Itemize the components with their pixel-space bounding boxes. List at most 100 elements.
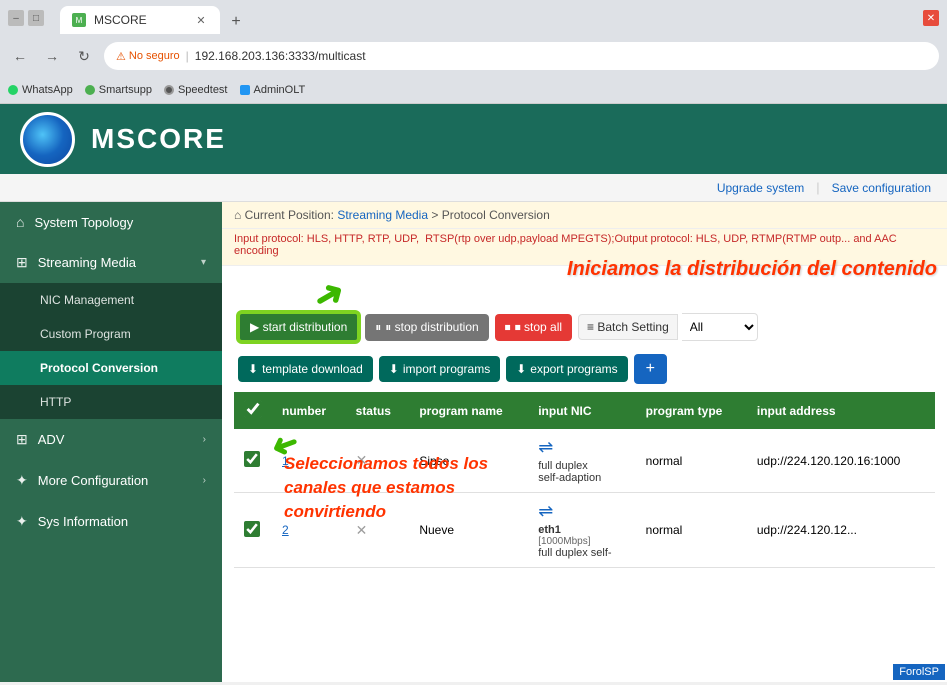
- stop-all-btn[interactable]: ⏹ ⏹ stop all: [495, 314, 572, 341]
- sidebar-label-more-config: More Configuration: [38, 473, 149, 488]
- minimize-btn[interactable]: –: [8, 10, 24, 26]
- export-icon: ⬇: [516, 362, 526, 376]
- sidebar: ⌂ System Topology ⊞ Streaming Media ▾ NI…: [0, 202, 222, 682]
- security-warning: ⚠ No seguro: [116, 50, 180, 63]
- row2-program-type: normal: [636, 493, 747, 568]
- close-btn[interactable]: ✕: [923, 10, 939, 26]
- chevron-right-icon-more: ›: [203, 475, 206, 486]
- new-tab-btn[interactable]: +: [224, 10, 248, 34]
- row2-checkbox-cell: [234, 493, 272, 568]
- url-text: 192.168.203.136:3333/multicast: [195, 49, 366, 63]
- chevron-right-icon-adv: ›: [203, 434, 206, 445]
- protocol-info: Input protocol: HLS, HTTP, RTP, UDP, RTS…: [222, 229, 947, 266]
- forward-btn[interactable]: →: [40, 44, 64, 68]
- row1-checkbox[interactable]: [244, 451, 260, 467]
- info-icon: ✦: [16, 513, 28, 530]
- chevron-down-icon-streaming: ▾: [201, 257, 206, 268]
- row2-nic-name: eth1: [538, 524, 625, 536]
- table-header-row: number status program name input NIC pro…: [234, 392, 935, 429]
- import-programs-btn[interactable]: ⬇ import programs: [379, 356, 500, 382]
- app-title: MSCORE: [91, 123, 226, 155]
- tab-favicon: M: [72, 13, 86, 27]
- row2-program-name: Nueve: [409, 493, 528, 568]
- forolsp-watermark: ForolSP: [893, 664, 945, 680]
- row1-input-nic: ⇌ full duplexself-adaption: [528, 429, 635, 493]
- speedtest-icon: [164, 85, 174, 95]
- sidebar-item-streaming-media[interactable]: ⊞ Streaming Media ▾: [0, 242, 222, 283]
- sidebar-item-custom-program[interactable]: Custom Program: [0, 317, 222, 351]
- bookmark-adminolt[interactable]: AdminOLT: [240, 84, 306, 96]
- grid-icon-adv: ⊞: [16, 431, 28, 448]
- batch-setting-select[interactable]: All Selected: [682, 313, 758, 341]
- row2-number: 2: [272, 493, 346, 568]
- smartsupp-icon: [85, 85, 95, 95]
- table-header-checkbox: [234, 392, 272, 429]
- row1-checkbox-cell: [234, 429, 272, 493]
- row1-program-name: Sipse: [409, 429, 528, 493]
- row2-checkbox[interactable]: [244, 521, 260, 537]
- table-row: 1 ✕ Sipse ⇌ full duplexself-adaption: [234, 429, 935, 493]
- tab-close-btn[interactable]: ✕: [194, 13, 208, 27]
- stop-icon: ⏹: [505, 320, 511, 335]
- programs-table: number status program name input NIC pro…: [234, 392, 935, 568]
- pause-icon: ⏸: [375, 320, 381, 335]
- sidebar-item-http[interactable]: HTTP: [0, 385, 222, 419]
- back-btn[interactable]: ←: [8, 44, 32, 68]
- export-programs-btn[interactable]: ⬇ export programs: [506, 356, 627, 382]
- table-header-input-nic: input NIC: [528, 392, 635, 429]
- select-all-checkbox[interactable]: [244, 400, 262, 418]
- template-download-btn[interactable]: ⬇ template download: [238, 356, 373, 382]
- app-toolbar: Upgrade system | Save configuration: [0, 174, 947, 202]
- sidebar-submenu-streaming: NIC Management Custom Program Protocol C…: [0, 283, 222, 419]
- breadcrumb-current-page: Protocol Conversion: [442, 208, 550, 222]
- nic-icon-row2: ⇌: [538, 501, 553, 522]
- batch-setting-label: ≡ Batch Setting: [578, 314, 678, 340]
- row1-number: 1: [272, 429, 346, 493]
- app-header: MSCORE: [0, 104, 947, 174]
- gear-icon: ✦: [16, 472, 28, 489]
- sidebar-item-nic-management[interactable]: NIC Management: [0, 283, 222, 317]
- browser-titlebar: – □ M MSCORE ✕ + ✕ ← → ↻ ⚠ No seguro | 1…: [0, 0, 947, 104]
- save-configuration-link[interactable]: Save configuration: [832, 181, 931, 195]
- protocol-info-text: Input protocol: HLS, HTTP, RTP, UDP, RTS…: [234, 233, 897, 257]
- bookmark-whatsapp[interactable]: WhatsApp: [8, 84, 73, 96]
- content-body: ➜ ▶ start distribution ⏸ ⏸ stop distribu…: [222, 266, 947, 578]
- address-input[interactable]: ⚠ No seguro | 192.168.203.136:3333/multi…: [104, 42, 939, 70]
- row2-status: ✕: [346, 493, 410, 568]
- row2-input-address: udp://224.120.12...: [747, 493, 935, 568]
- refresh-btn[interactable]: ↻: [72, 44, 96, 68]
- import-icon: ⬇: [389, 362, 399, 376]
- table-header-program-name: program name: [409, 392, 528, 429]
- row2-nic-speed: [1000Mbps]: [538, 536, 625, 547]
- sidebar-label-system-topology: System Topology: [34, 215, 133, 230]
- breadcrumb-separator: >: [431, 208, 441, 222]
- home-breadcrumb-icon: ⌂: [234, 208, 241, 222]
- row1-input-address: udp://224.120.120.16:1000: [747, 429, 935, 493]
- bookmark-smartsupp[interactable]: Smartsupp: [85, 84, 152, 96]
- bookmark-speedtest[interactable]: Speedtest: [164, 84, 228, 96]
- grid-icon-streaming: ⊞: [16, 254, 28, 271]
- browser-tab[interactable]: M MSCORE ✕: [60, 6, 220, 34]
- adminolt-icon: [240, 85, 250, 95]
- row1-status: ✕: [346, 429, 410, 493]
- sidebar-label-adv: ADV: [38, 432, 65, 447]
- warning-icon: ⚠: [116, 50, 126, 63]
- add-program-btn[interactable]: +: [634, 354, 667, 384]
- sidebar-item-system-topology[interactable]: ⌂ System Topology: [0, 202, 222, 242]
- start-distribution-btn[interactable]: ▶ start distribution: [238, 312, 359, 342]
- sidebar-label-streaming-media: Streaming Media: [38, 255, 136, 270]
- upgrade-system-link[interactable]: Upgrade system: [717, 181, 804, 195]
- maximize-btn[interactable]: □: [28, 10, 44, 26]
- programs-table-wrap: Seleccionamos todos loscanales que estam…: [234, 392, 935, 568]
- table-row: 2 ✕ Nueve ⇌ eth1 [1000Mbps]: [234, 493, 935, 568]
- home-icon: ⌂: [16, 214, 24, 230]
- sidebar-item-adv[interactable]: ⊞ ADV ›: [0, 419, 222, 460]
- row2-nic-mode: full duplex self-: [538, 547, 625, 559]
- address-bar: ← → ↻ ⚠ No seguro | 192.168.203.136:3333…: [0, 36, 947, 76]
- stop-distribution-btn[interactable]: ⏸ ⏸ stop distribution: [365, 314, 488, 341]
- sidebar-item-protocol-conversion[interactable]: Protocol Conversion: [0, 351, 222, 385]
- sidebar-item-sys-information[interactable]: ✦ Sys Information: [0, 501, 222, 542]
- sidebar-item-more-configuration[interactable]: ✦ More Configuration ›: [0, 460, 222, 501]
- breadcrumb-streaming-link[interactable]: Streaming Media: [337, 208, 428, 222]
- tab-label: MSCORE: [94, 13, 147, 27]
